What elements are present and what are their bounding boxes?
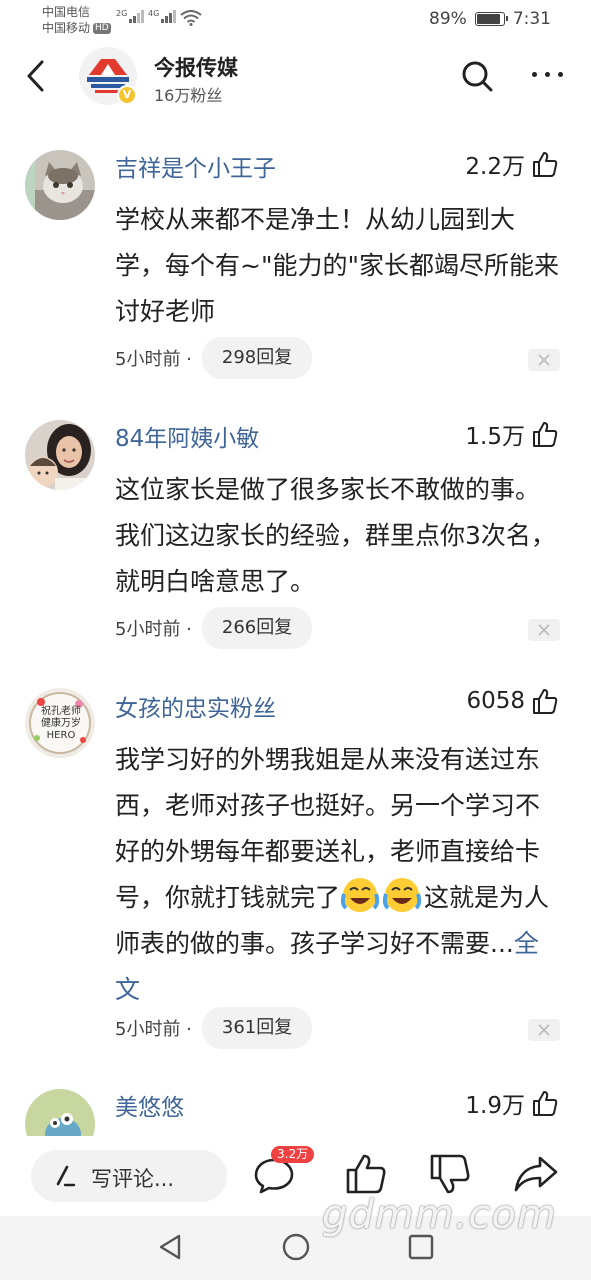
nav-back-icon[interactable] [155, 1232, 185, 1262]
thumbs-up-icon [533, 152, 558, 177]
avatar-handwriting: 祝孔老师 健康万岁 HERO [41, 706, 81, 741]
nav-home-icon[interactable] [281, 1232, 311, 1262]
dislike-button[interactable] [528, 619, 560, 641]
comment-author[interactable]: 84年阿姨小敏 [115, 419, 259, 453]
carrier-info: 中国电信 中国移动 HD [42, 4, 111, 36]
comment-time: 5小时前 · [115, 349, 192, 370]
comment-text: 我学习好的外甥我姐是从来没有送过东西，老师对孩子也挺好。另一个学习不好的外甥每年… [115, 737, 560, 1013]
comment-meta: 5小时前 · 266回复 [115, 607, 313, 649]
thumbs-up-icon [533, 1091, 558, 1116]
close-icon [538, 1024, 550, 1036]
like-count: 6058 [466, 688, 525, 714]
avatar[interactable]: 祝孔老师 健康万岁 HERO [25, 688, 95, 758]
thumbs-up-icon [533, 422, 558, 447]
account-logo[interactable]: V [79, 47, 137, 105]
like-count: 1.5万 [465, 424, 525, 450]
signal-icon-2: 4G [148, 10, 177, 23]
article-header: V 今报传媒 16万粉丝 [0, 40, 591, 114]
account-name[interactable]: 今报传媒 [154, 52, 238, 82]
battery-percent: 89% [429, 9, 467, 29]
dislike-button[interactable] [528, 349, 560, 371]
signal-icon-1: 2G [116, 10, 145, 23]
like-button[interactable]: 6058 [466, 687, 559, 715]
avatar[interactable] [25, 1089, 95, 1136]
comment-item: 84年阿姨小敏 1.5万 这位家长是做了很多家长不敢做的事。我们这边家长的经验，… [0, 415, 591, 665]
comment-time: 5小时前 · [115, 619, 192, 640]
replies-button[interactable]: 266回复 [201, 607, 313, 649]
search-icon[interactable] [459, 58, 495, 94]
comment-author[interactable]: 吉祥是个小王子 [115, 149, 276, 183]
comment-author[interactable]: 女孩的忠实粉丝 [115, 689, 276, 723]
comment-item: 美悠悠 1.9万 [0, 1086, 591, 1136]
mother-child-avatar-icon [25, 420, 95, 490]
like-button[interactable]: 1.5万 [465, 417, 559, 451]
hd-badge: HD [93, 22, 111, 34]
pen-icon [56, 1165, 76, 1187]
comment-author[interactable]: 美悠悠 [115, 1088, 184, 1122]
clock: 7:31 [512, 9, 551, 29]
comment-meta: 5小时前 · 361回复 [115, 1007, 313, 1049]
like-button[interactable]: 2.2万 [465, 147, 559, 181]
write-comment-placeholder: 写评论... [91, 1167, 175, 1191]
back-arrow-icon[interactable] [22, 58, 52, 94]
comment-text: 这位家长是做了很多家长不敢做的事。我们这边家长的经验，群里点你3次名，就明白啥意… [115, 475, 556, 596]
comment-item: 吉祥是个小王子 2.2万 学校从来都不是净土！从幼儿园到大学，每个有~"能力的"… [0, 145, 591, 395]
replies-button[interactable]: 298回复 [201, 337, 313, 379]
avatar[interactable] [25, 150, 95, 220]
cat-avatar-icon [25, 150, 95, 220]
comment-meta: 5小时前 · 298回复 [115, 337, 313, 379]
close-icon [538, 354, 550, 366]
verified-badge-icon: V [117, 85, 137, 105]
battery-icon [474, 12, 508, 26]
dislike-button[interactable] [528, 1019, 560, 1041]
status-bar: 中国电信 中国移动 HD 2G 4G 89% 7:31 [0, 0, 591, 40]
cartoon-avatar-icon [25, 1089, 95, 1136]
like-article-icon[interactable] [342, 1150, 390, 1198]
follower-count: 16万粉丝 [154, 86, 223, 105]
wifi-icon [180, 10, 202, 26]
crying-laughing-emoji-icon [340, 878, 422, 912]
more-options-icon[interactable] [532, 72, 563, 77]
comment-item: 祝孔老师 健康万岁 HERO 女孩的忠实粉丝 6058 我学习好的外甥我姐是从来… [0, 685, 591, 1065]
carrier-1: 中国电信 [42, 5, 91, 19]
share-icon[interactable] [512, 1150, 560, 1198]
comment-count-badge: 3.2万 [271, 1146, 315, 1163]
replies-button[interactable]: 361回复 [201, 1007, 313, 1049]
thumbs-up-icon [533, 689, 558, 714]
write-comment-input[interactable]: 写评论... [31, 1150, 227, 1202]
dislike-article-icon[interactable] [426, 1150, 474, 1198]
like-button[interactable]: 1.9万 [465, 1086, 559, 1120]
carrier-2: 中国移动 [42, 21, 91, 35]
comment-text: 学校从来都不是净土！从幼儿园到大学，每个有~"能力的"家长都竭尽所能来讨好老师 [115, 205, 559, 326]
like-count: 1.9万 [465, 1093, 525, 1119]
like-count: 2.2万 [465, 154, 525, 180]
comment-time: 5小时前 · [115, 1019, 192, 1040]
close-icon [538, 624, 550, 636]
avatar[interactable] [25, 420, 95, 490]
watermark: gdmm.com [322, 1192, 557, 1238]
